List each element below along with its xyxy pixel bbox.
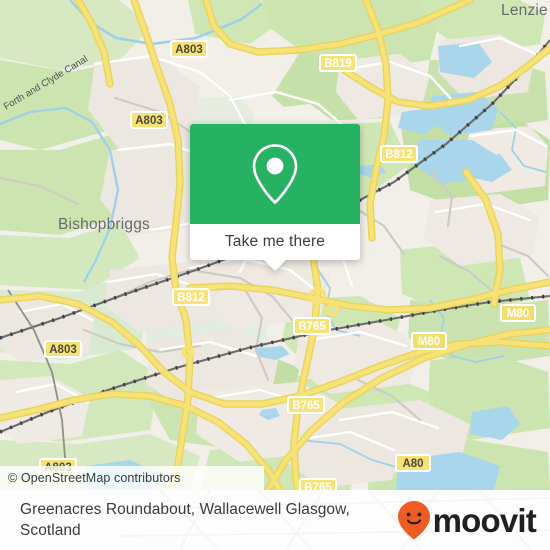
road-shield-a803-2: A803 — [130, 111, 168, 129]
road-shield-b812-1: B812 — [380, 145, 418, 163]
svg-text:B765: B765 — [298, 321, 326, 333]
svg-text:M80: M80 — [418, 336, 440, 348]
popup-tail — [263, 259, 287, 271]
osm-attribution-text: © OpenStreetMap contributors — [8, 471, 181, 485]
road-shield-a80: A80 — [395, 454, 431, 472]
moovit-smiley-pin-icon — [397, 501, 430, 540]
place-name-title: Greenacres Roundabout, Wallacewell Glasg… — [20, 501, 350, 539]
svg-text:B812: B812 — [385, 149, 413, 161]
road-shield-b765-2: B765 — [287, 396, 325, 414]
svg-text:A80: A80 — [402, 458, 423, 470]
road-shield-m80-2: M80 — [411, 332, 447, 350]
map-pin-icon — [252, 144, 298, 205]
svg-text:B812: B812 — [177, 292, 205, 304]
moovit-brand[interactable]: moovit — [397, 500, 537, 540]
popup-footer[interactable]: Take me there — [190, 224, 360, 271]
moovit-wordmark: moovit — [432, 501, 537, 539]
road-shield-b819: B819 — [319, 54, 357, 72]
map-screenshot-root: Bishopbriggs Lenzie Forth and Clyde Cana… — [0, 0, 550, 550]
svg-text:A803: A803 — [175, 44, 203, 56]
road-shield-b765-3: B765 — [299, 478, 337, 490]
svg-text:A803: A803 — [49, 344, 77, 356]
road-shield-b765-1: B765 — [293, 317, 331, 335]
road-shield-a803-1: A803 — [170, 40, 208, 58]
road-shield-b812-2: B812 — [172, 288, 210, 306]
take-me-there-label: Take me there — [224, 233, 326, 250]
road-shield-m80-1: M80 — [500, 304, 536, 322]
popup-header — [190, 124, 360, 224]
osm-attribution[interactable]: © OpenStreetMap contributors — [0, 466, 264, 490]
road-shield-a803-3: A803 — [44, 340, 82, 358]
map-popup-card[interactable]: Take me there — [190, 124, 360, 271]
svg-text:B819: B819 — [324, 58, 352, 70]
svg-text:A803: A803 — [135, 115, 163, 127]
svg-text:B765: B765 — [292, 400, 320, 412]
bottom-info-bar: Greenacres Roundabout, Wallacewell Glasg… — [0, 490, 550, 550]
svg-text:B765: B765 — [304, 482, 332, 490]
svg-text:M80: M80 — [507, 308, 529, 320]
